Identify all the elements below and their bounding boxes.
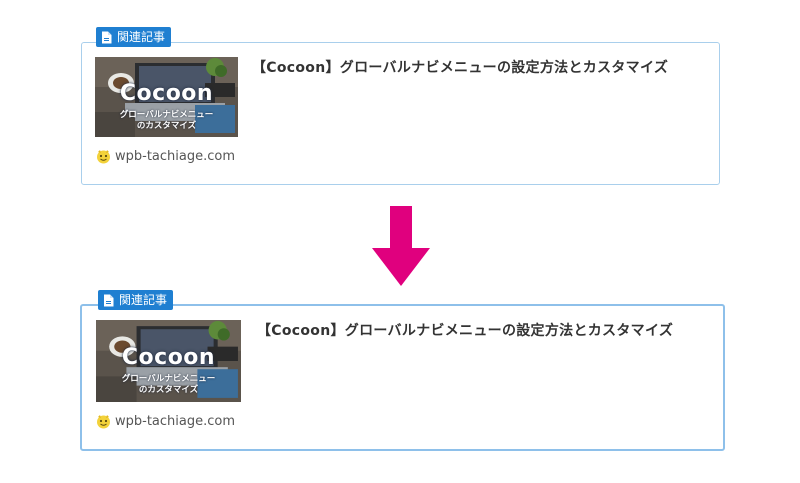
article-site: wpb-tachiage.com [96, 414, 235, 429]
document-icon [104, 294, 114, 306]
related-article-card-before[interactable]: 関連記事 Cocoon グローバルナビメニュー のカスタマイズ 【Cocoon】… [81, 27, 720, 185]
article-thumbnail[interactable]: Cocoon グローバルナビメニュー のカスタマイズ [96, 320, 241, 402]
arrow-down-icon [372, 206, 430, 286]
favicon-icon [97, 150, 110, 164]
article-title-link[interactable]: 【Cocoon】グローバルナビメニューの設定方法とカスタマイズ [257, 320, 673, 340]
site-domain: wpb-tachiage.com [115, 414, 236, 429]
related-article-label-text: 関連記事 [117, 30, 166, 44]
thumbnail-subtitle-line2: のカスタマイズ [138, 385, 199, 396]
document-icon [102, 31, 112, 43]
thumbnail-subtitle: グローバルナビメニュー のカスタマイズ [95, 110, 238, 132]
thumbnail-title: Cocoon [119, 81, 214, 106]
thumbnail-subtitle: グローバルナビメニュー のカスタマイズ [96, 374, 241, 396]
related-article-card-after[interactable]: 関連記事 Cocoon グローバルナビメニュー のカスタマイズ 【Cocoon】… [80, 290, 725, 451]
article-thumbnail[interactable]: Cocoon グローバルナビメニュー のカスタマイズ [95, 57, 238, 137]
article-site: wpb-tachiage.com [96, 149, 235, 164]
site-domain: wpb-tachiage.com [115, 149, 236, 164]
thumbnail-subtitle-line1: グローバルナビメニュー [121, 374, 216, 385]
favicon-icon [97, 415, 110, 429]
related-article-label: 関連記事 [98, 290, 174, 310]
related-article-label-text: 関連記事 [119, 293, 168, 307]
thumbnail-subtitle-line2: のカスタマイズ [136, 120, 197, 131]
related-article-label: 関連記事 [96, 27, 172, 47]
article-title-link[interactable]: 【Cocoon】グローバルナビメニューの設定方法とカスタマイズ [252, 57, 668, 77]
thumbnail-title: Cocoon [121, 344, 216, 370]
thumbnail-subtitle-line1: グローバルナビメニュー [119, 109, 214, 120]
